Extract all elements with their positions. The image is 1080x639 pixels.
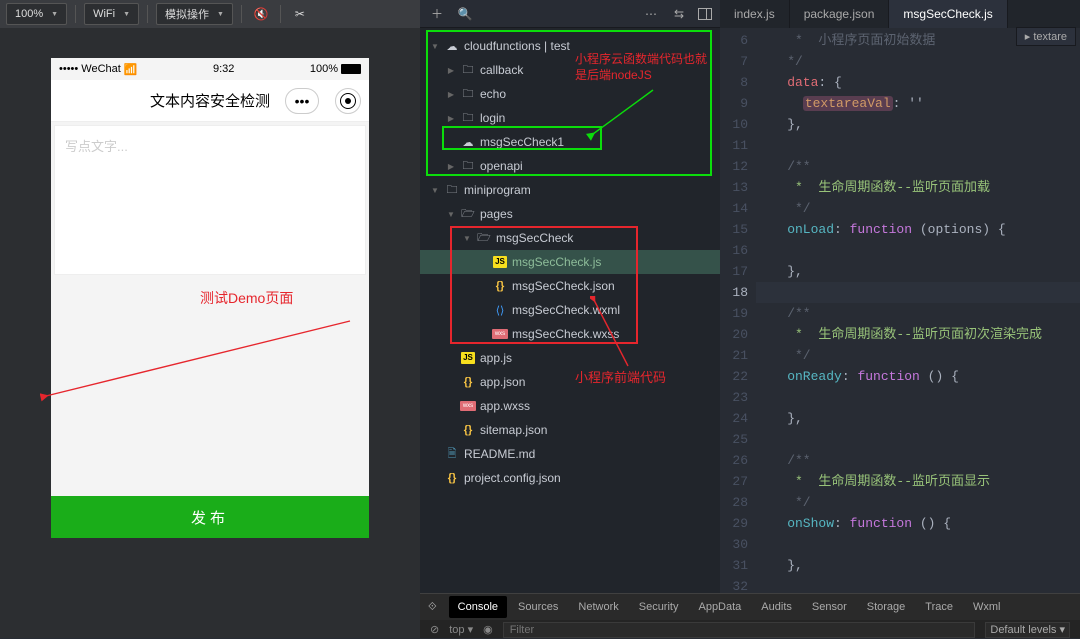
- page-title: 文本内容安全检测: [150, 90, 270, 111]
- file-app-json[interactable]: {}app.json: [420, 370, 720, 394]
- file-project-config[interactable]: {}project.config.json: [420, 466, 720, 490]
- devtools-tab-storage[interactable]: Storage: [858, 596, 915, 618]
- more-icon[interactable]: ⋯: [642, 7, 660, 21]
- tab-package-json[interactable]: package.json: [790, 0, 890, 28]
- folder-icon: 🗀: [460, 61, 476, 80]
- tab-index-js[interactable]: index.js: [720, 0, 790, 28]
- file-sitemap-json[interactable]: {}sitemap.json: [420, 418, 720, 442]
- battery-icon: [341, 64, 361, 74]
- folder-pages[interactable]: ▼🗁pages: [420, 202, 720, 226]
- context-select[interactable]: top ▾: [449, 623, 473, 636]
- file-app-js[interactable]: JSapp.js: [420, 346, 720, 370]
- devtools: ⟐ Console Sources Network Security AppDa…: [420, 593, 1080, 638]
- clear-console-icon[interactable]: ⊘: [430, 623, 439, 636]
- folder-icon: 🗀: [460, 109, 476, 128]
- devtools-tab-audits[interactable]: Audits: [752, 596, 801, 618]
- devtools-tab-trace[interactable]: Trace: [916, 596, 962, 618]
- devtools-inspect-icon[interactable]: ⟐: [428, 601, 437, 614]
- folder-openapi[interactable]: ▶🗀openapi: [420, 154, 720, 178]
- publish-button[interactable]: 发布: [51, 496, 369, 538]
- markdown-icon: 🗎: [444, 445, 460, 464]
- file-msgseccheck-wxml[interactable]: ⟨⟩msgSecCheck.wxml: [420, 298, 720, 322]
- tab-msgseccheck-js[interactable]: msgSecCheck.js: [889, 0, 1007, 28]
- eye-icon[interactable]: ◉: [483, 623, 493, 636]
- battery-pct: 100%: [310, 63, 338, 75]
- json-icon: {}: [492, 280, 508, 292]
- code-area[interactable]: * 小程序页面初始数据 */ data: { textareaVal: '' }…: [756, 28, 1080, 616]
- cloud-icon: ☁: [460, 136, 476, 149]
- folder-msgseccheck1[interactable]: ☁msgSecCheck1: [420, 130, 720, 154]
- breadcrumb-textarea[interactable]: ▸ textare: [1016, 27, 1076, 46]
- cloud-icon: ☁: [444, 40, 460, 53]
- split-icon[interactable]: [698, 8, 712, 20]
- text-input[interactable]: 写点文字...: [54, 125, 366, 275]
- file-msgseccheck-js[interactable]: JSmsgSecCheck.js: [420, 250, 720, 274]
- more-button[interactable]: •••: [285, 88, 319, 114]
- file-msgseccheck-json[interactable]: {}msgSecCheck.json: [420, 274, 720, 298]
- json-icon: {}: [460, 376, 476, 388]
- operation-select[interactable]: 模拟操作▼: [156, 3, 233, 25]
- wxss-icon: wxs: [460, 401, 476, 411]
- json-icon: {}: [460, 424, 476, 436]
- explorer-toolbar: ＋ 🔍 ⋯ ⇆: [420, 0, 720, 28]
- devtools-tab-console[interactable]: Console: [449, 596, 507, 618]
- folder-icon: 🗀: [460, 157, 476, 176]
- annotation-cloud: 小程序云函数端代码也就是后端nodeJS: [575, 52, 715, 83]
- folder-icon: 🗀: [444, 181, 460, 200]
- annotation-frontend: 小程序前端代码: [575, 368, 666, 388]
- carrier: WeChat: [81, 63, 121, 75]
- annotation-demo: 测试Demo页面: [200, 288, 310, 309]
- zoom-select[interactable]: 100%▼: [6, 3, 67, 25]
- folder-icon: 🗀: [460, 85, 476, 104]
- line-gutter: 6789101112131415161718192021222324252627…: [720, 28, 756, 616]
- close-progam-button[interactable]: [335, 88, 361, 114]
- simulator-toolbar: 100%▼ WiFi▼ 模拟操作▼ 🔇 ✂: [0, 0, 420, 28]
- devtools-tab-wxml[interactable]: Wxml: [964, 596, 1010, 618]
- devtools-tab-security[interactable]: Security: [630, 596, 688, 618]
- mute-icon[interactable]: 🔇: [250, 3, 272, 25]
- editor-tabs: index.js package.json msgSecCheck.js: [720, 0, 1080, 28]
- folder-icon: 🗁: [476, 229, 492, 248]
- textarea-placeholder: 写点文字...: [65, 139, 128, 154]
- console-filter-input[interactable]: [503, 622, 976, 638]
- search-icon[interactable]: 🔍: [456, 7, 474, 21]
- phone-time: 9:32: [213, 63, 234, 75]
- add-icon[interactable]: ＋: [428, 5, 446, 22]
- wifi-icon: 📶: [124, 63, 138, 76]
- operation-value: 模拟操作: [165, 6, 209, 22]
- folder-msgseccheck[interactable]: ▼🗁msgSecCheck: [420, 226, 720, 250]
- js-icon: JS: [493, 256, 507, 268]
- folder-login[interactable]: ▶🗀login: [420, 106, 720, 130]
- zoom-value: 100%: [15, 8, 43, 20]
- devtools-tab-sources[interactable]: Sources: [509, 596, 567, 618]
- file-tree: ▼☁cloudfunctions | test ▶🗀callback ▶🗀ech…: [420, 28, 720, 638]
- network-select[interactable]: WiFi▼: [84, 3, 139, 25]
- log-levels-select[interactable]: Default levels ▾: [985, 622, 1070, 638]
- network-value: WiFi: [93, 8, 115, 20]
- file-readme[interactable]: 🗎README.md: [420, 442, 720, 466]
- folder-echo[interactable]: ▶🗀echo: [420, 82, 720, 106]
- cut-icon[interactable]: ✂: [289, 3, 311, 25]
- file-app-wxss[interactable]: wxsapp.wxss: [420, 394, 720, 418]
- folder-icon: 🗁: [460, 205, 476, 224]
- devtools-tab-appdata[interactable]: AppData: [689, 596, 750, 618]
- json-icon: {}: [444, 472, 460, 484]
- signal-icon: •••••: [59, 63, 78, 75]
- file-msgseccheck-wxss[interactable]: wxsmsgSecCheck.wxss: [420, 322, 720, 346]
- devtools-tab-network[interactable]: Network: [569, 596, 627, 618]
- collapse-icon[interactable]: ⇆: [670, 7, 688, 21]
- wxml-icon: ⟨⟩: [492, 304, 508, 317]
- devtools-tab-sensor[interactable]: Sensor: [803, 596, 856, 618]
- wxss-icon: wxs: [492, 329, 508, 339]
- js-icon: JS: [461, 352, 475, 364]
- folder-miniprogram[interactable]: ▼🗀miniprogram: [420, 178, 720, 202]
